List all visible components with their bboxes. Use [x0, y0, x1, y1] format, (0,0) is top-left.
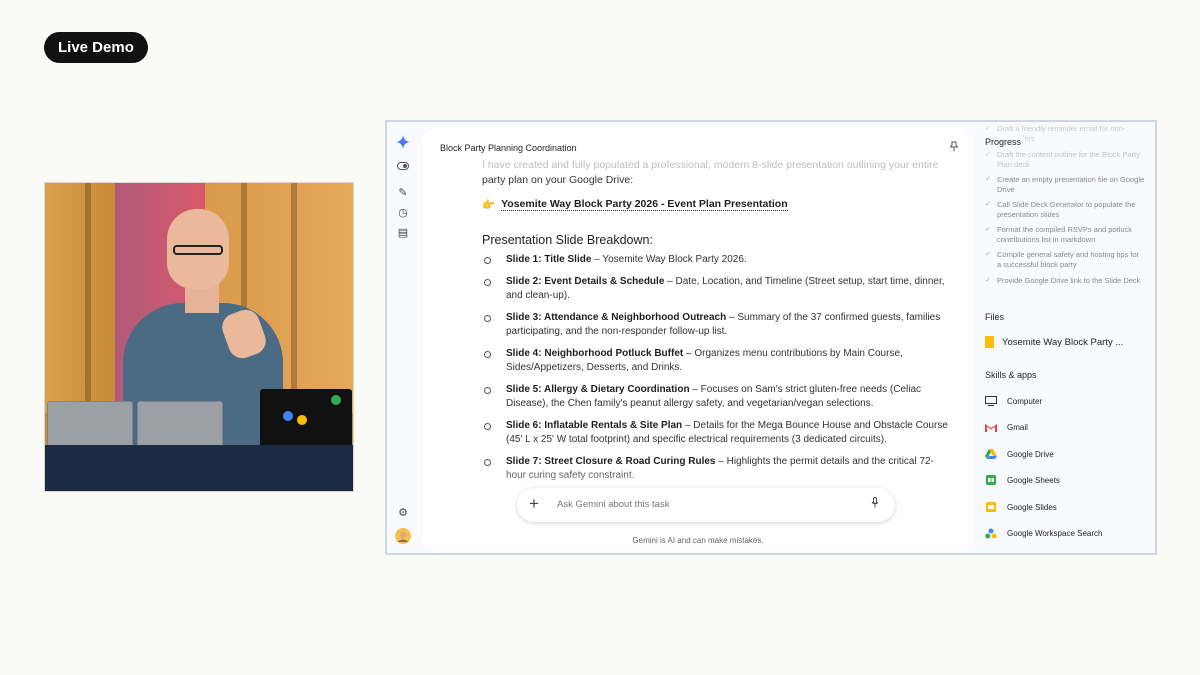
- file-name[interactable]: Yosemite Way Block Party ...: [1002, 337, 1123, 348]
- app-label: Gmail: [1007, 422, 1028, 432]
- slide-desc: – Yosemite Way Block Party 2026.: [591, 254, 747, 265]
- progress-item: Compile general safety and hosting tips …: [985, 250, 1145, 270]
- slide-list: Slide 1: Title Slide – Yosemite Way Bloc…: [482, 253, 952, 484]
- gemini-logo-icon: [395, 134, 411, 150]
- app-google-drive[interactable]: Google Drive: [985, 449, 1054, 459]
- left-rail: ✎ ◷ ▤ ⚙: [387, 122, 419, 553]
- add-icon[interactable]: +: [529, 494, 539, 514]
- computer-icon: [985, 396, 997, 406]
- live-demo-badge: Live Demo: [44, 32, 148, 63]
- list-item: Slide 4: Neighborhood Potluck Buffet – O…: [482, 347, 952, 376]
- list-item: Slide 3: Attendance & Neighborhood Outre…: [482, 311, 952, 340]
- app-label: Google Sheets: [1007, 475, 1060, 485]
- list-item: Slide 6: Inflatable Rentals & Site Plan …: [482, 419, 952, 448]
- google-sheets-icon: [985, 475, 997, 485]
- presentation-link-text[interactable]: Yosemite Way Block Party 2026 - Event Pl…: [501, 198, 788, 211]
- skills-heading: Skills & apps: [985, 370, 1037, 380]
- slide-title: Slide 4: Neighborhood Potluck Buffet: [506, 347, 684, 359]
- new-chat-icon[interactable]: ✎: [395, 184, 411, 200]
- app-label: Google Drive: [1007, 449, 1054, 459]
- progress-item: Create an empty presentation file on Goo…: [985, 175, 1145, 195]
- prompt-input[interactable]: + Ask Gemini about this task: [517, 488, 895, 522]
- slides-file-icon: [985, 336, 994, 348]
- notebook-icon[interactable]: ▤: [395, 224, 411, 240]
- slide-title: Slide 6: Inflatable Rentals & Site Plan: [506, 419, 683, 431]
- google-slides-icon: [985, 502, 997, 512]
- screen-share: ✎ ◷ ▤ ⚙ Block Party Planning Coordinatio…: [385, 120, 1157, 555]
- task-sidebar: Draft a friendly reminder email for non-…: [985, 122, 1155, 553]
- chat-panel: Block Party Planning Coordination I have…: [423, 128, 973, 553]
- list-item: Slide 1: Title Slide – Yosemite Way Bloc…: [482, 253, 952, 268]
- chat-response: I have created and fully populated a pro…: [482, 158, 952, 491]
- slide-title: Slide 5: Allergy & Dietary Coordination: [506, 383, 690, 395]
- presentation-link[interactable]: 👉 Yosemite Way Block Party 2026 - Event …: [482, 198, 952, 211]
- disclaimer: Gemini is AI and can make mistakes.: [632, 536, 764, 545]
- pointing-hand-icon: 👉: [482, 199, 496, 211]
- app-google-workspace-search[interactable]: Google Workspace Search: [985, 528, 1102, 538]
- progress-item: Draft the content outline for the Block …: [985, 150, 1145, 170]
- workspace-search-icon: [985, 528, 997, 538]
- progress-item: Call Slide Deck Generator to populate th…: [985, 200, 1145, 220]
- google-drive-icon: [985, 449, 997, 459]
- app-label: Google Slides: [1007, 502, 1057, 512]
- presenter-video: [44, 182, 354, 492]
- list-item: Slide 2: Event Details & Schedule – Date…: [482, 275, 952, 304]
- avatar[interactable]: [395, 528, 411, 544]
- files-heading: Files: [985, 312, 1005, 322]
- response-text-faded: I have created and fully populated a pro…: [482, 159, 939, 171]
- response-text: party plan on your Google Drive:: [482, 174, 634, 186]
- section-heading: Presentation Slide Breakdown:: [482, 233, 653, 247]
- gmail-icon: [985, 422, 997, 432]
- app-google-slides[interactable]: Google Slides: [985, 502, 1057, 512]
- slide-title: Slide 1: Title Slide: [506, 254, 592, 265]
- app-label: Google Workspace Search: [1007, 528, 1103, 538]
- progress-heading: Progress: [985, 137, 1026, 147]
- slide-title: Slide 3: Attendance & Neighborhood Outre…: [506, 311, 727, 323]
- prompt-placeholder[interactable]: Ask Gemini about this task: [557, 499, 669, 510]
- microphone-icon[interactable]: [871, 497, 879, 511]
- history-icon[interactable]: ◷: [395, 204, 411, 220]
- settings-icon[interactable]: ⚙: [395, 504, 411, 520]
- slide-title: Slide 7: Street Closure & Road Curing Ru…: [506, 455, 716, 467]
- progress-item: Provide Google Drive link to the Slide D…: [985, 276, 1145, 286]
- list-item: Slide 5: Allergy & Dietary Coordination …: [482, 383, 952, 412]
- app-label: Computer: [1007, 396, 1043, 406]
- pin-icon[interactable]: [949, 141, 959, 155]
- progress-item: Format the compiled RSVPs and potluck co…: [985, 225, 1145, 245]
- toggle-sidebar-icon[interactable]: [395, 158, 411, 174]
- file-item[interactable]: Yosemite Way Block Party ...: [985, 336, 1123, 348]
- app-google-sheets[interactable]: Google Sheets: [985, 475, 1060, 485]
- chat-title: Block Party Planning Coordination: [440, 143, 577, 153]
- app-gmail[interactable]: Gmail: [985, 422, 1028, 432]
- app-computer[interactable]: Computer: [985, 396, 1042, 406]
- slide-title: Slide 2: Event Details & Schedule: [506, 275, 665, 287]
